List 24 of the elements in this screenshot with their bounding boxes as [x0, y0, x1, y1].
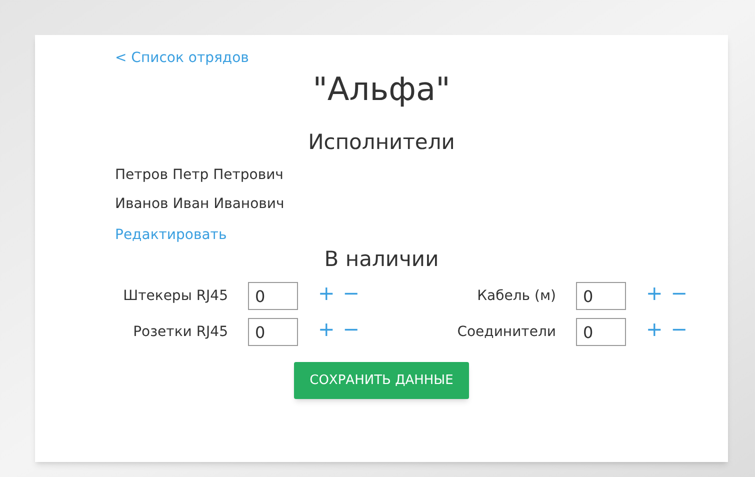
edit-link[interactable]: Редактировать	[115, 227, 227, 243]
decrement-button[interactable]: −	[342, 283, 360, 303]
increment-button[interactable]: +	[318, 319, 335, 339]
increment-button[interactable]: +	[646, 319, 663, 339]
quantity-field[interactable]: 0	[576, 282, 626, 310]
decrement-button[interactable]: −	[670, 283, 688, 303]
quantity-field[interactable]: 0	[248, 318, 298, 346]
quantity-field[interactable]: 0	[576, 318, 626, 346]
performer-name: Петров Петр Петрович	[115, 166, 284, 185]
team-title: "Альфа"	[312, 69, 450, 110]
item-label: Штекеры RJ45	[123, 288, 228, 304]
decrement-button[interactable]: −	[342, 319, 360, 339]
item-label: Соединители	[457, 324, 556, 340]
performer-name: Иванов Иван Иванович	[115, 195, 284, 214]
item-label: Розетки RJ45	[133, 324, 228, 340]
back-link[interactable]: < Список отрядов	[115, 50, 249, 66]
section-heading: Исполнители	[308, 129, 455, 156]
quantity-field[interactable]: 0	[248, 282, 298, 310]
increment-button[interactable]: +	[318, 283, 335, 303]
increment-button[interactable]: +	[646, 283, 663, 303]
item-label: Кабель (м)	[477, 288, 556, 304]
save-button[interactable]: СОХРАНИТЬ ДАННЫЕ	[294, 362, 470, 399]
decrement-button[interactable]: −	[670, 319, 688, 339]
section-heading: В наличии	[324, 246, 439, 273]
